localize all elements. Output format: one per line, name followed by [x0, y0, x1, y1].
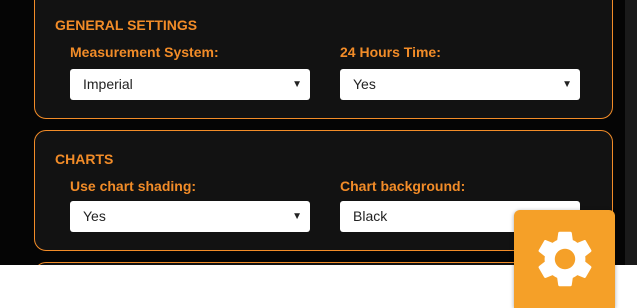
- chevron-down-icon: ▼: [562, 79, 572, 90]
- chevron-down-icon: ▼: [292, 211, 302, 222]
- measurement-system-select[interactable]: Imperial ▼: [70, 69, 310, 100]
- chevron-down-icon: ▼: [292, 79, 302, 90]
- gear-icon: [538, 231, 591, 287]
- measurement-system-label: Measurement System:: [70, 44, 219, 60]
- chart-shading-value: Yes: [83, 208, 106, 224]
- general-settings-panel: GENERAL SETTINGS Measurement System: 24 …: [34, 0, 613, 119]
- measurement-system-value: Imperial: [83, 76, 133, 92]
- 24-hours-time-label: 24 Hours Time:: [340, 44, 441, 60]
- chart-shading-label: Use chart shading:: [70, 178, 197, 194]
- scroll-track: [625, 0, 637, 265]
- chart-shading-select[interactable]: Yes ▼: [70, 201, 310, 232]
- 24-hours-time-select[interactable]: Yes ▼: [340, 69, 580, 100]
- 24-hours-time-value: Yes: [353, 76, 376, 92]
- charts-title: CHARTS: [55, 151, 114, 167]
- settings-button[interactable]: [514, 210, 615, 308]
- chart-background-value: Black: [353, 208, 388, 224]
- chart-background-label: Chart background:: [340, 178, 466, 194]
- general-settings-title: GENERAL SETTINGS: [55, 17, 198, 33]
